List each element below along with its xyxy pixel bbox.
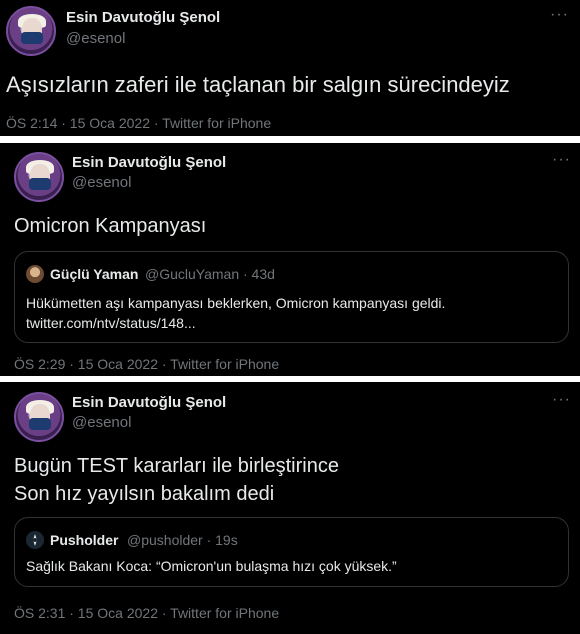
tweet-meta[interactable]: ÖS 2:14 · 15 Oca 2022 · Twitter for iPho… bbox=[6, 115, 271, 131]
author-avatar[interactable] bbox=[6, 6, 56, 56]
quoted-author-name[interactable]: Güçlü Yaman bbox=[50, 266, 138, 282]
quoted-author-avatar[interactable] bbox=[26, 265, 44, 283]
more-options-icon[interactable]: ··· bbox=[552, 151, 571, 169]
tweet-meta[interactable]: ÖS 2:29 · 15 Oca 2022 · Twitter for iPho… bbox=[14, 356, 279, 372]
more-options-icon[interactable]: ··· bbox=[550, 6, 569, 24]
author-handle[interactable]: @esenol bbox=[72, 414, 131, 431]
author-name[interactable]: Esin Davutoğlu Şenol bbox=[72, 394, 226, 411]
author-avatar[interactable] bbox=[14, 152, 64, 202]
more-options-icon[interactable]: ··· bbox=[552, 391, 571, 409]
tweet-1[interactable]: Esin Davutoğlu Şenol @esenol ··· Aşısızl… bbox=[0, 0, 580, 136]
tweet-meta[interactable]: ÖS 2:31 · 15 Oca 2022 · Twitter for iPho… bbox=[14, 605, 279, 621]
author-handle[interactable]: @esenol bbox=[66, 30, 125, 47]
tweet-text-line-2: Son hız yayılsın bakalım dedi bbox=[14, 483, 275, 505]
quoted-tweet-text: Sağlık Bakanı Koca: “Omicron'un bulaşma … bbox=[26, 558, 397, 574]
separator bbox=[0, 136, 580, 143]
quoted-author-handle[interactable]: @pusholder · 19s bbox=[127, 532, 238, 548]
author-name[interactable]: Esin Davutoğlu Şenol bbox=[66, 9, 220, 26]
quoted-author-name[interactable]: Pusholder bbox=[50, 532, 118, 548]
quoted-author-avatar[interactable] bbox=[26, 531, 44, 549]
tweet-text: Omicron Kampanyası bbox=[14, 215, 207, 237]
quoted-tweet-link[interactable]: twitter.com/ntv/status/148... bbox=[26, 312, 196, 334]
author-name[interactable]: Esin Davutoğlu Şenol bbox=[72, 154, 226, 171]
quoted-tweet-text: Hükümetten aşı kampanyası beklerken, Omi… bbox=[26, 295, 446, 311]
author-avatar[interactable] bbox=[14, 392, 64, 442]
tweet-3[interactable]: Esin Davutoğlu Şenol @esenol ··· Bugün T… bbox=[0, 382, 580, 634]
quoted-author-handle[interactable]: @GucluYaman · 43d bbox=[145, 266, 275, 282]
tweet-2[interactable]: Esin Davutoğlu Şenol @esenol ··· Omicron… bbox=[0, 143, 580, 376]
tweet-text-line-1: Bugün TEST kararları ile birleştirince bbox=[14, 455, 339, 477]
tweet-text: Aşısızların zaferi ile taçlanan bir salg… bbox=[6, 72, 510, 97]
author-handle[interactable]: @esenol bbox=[72, 174, 131, 191]
quoted-tweet[interactable]: Güçlü Yaman @GucluYaman · 43d Hükümetten… bbox=[14, 251, 569, 343]
quoted-tweet[interactable]: Pusholder @pusholder · 19s Sağlık Bakanı… bbox=[14, 517, 569, 587]
pusholder-logo-icon bbox=[26, 531, 44, 549]
